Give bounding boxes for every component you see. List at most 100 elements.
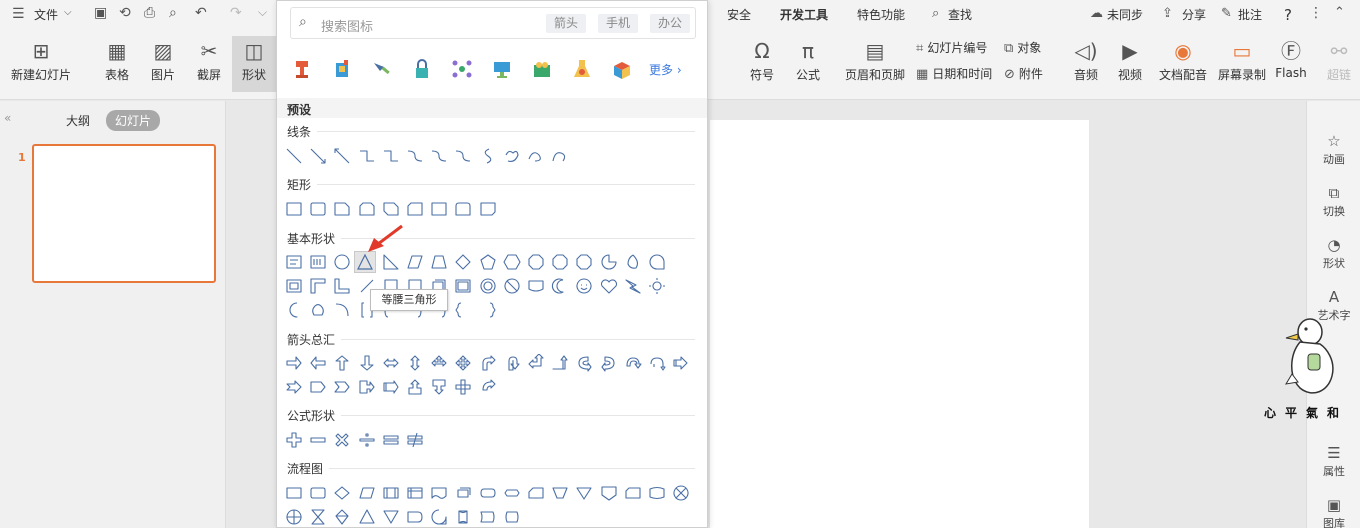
line-shape-7[interactable] <box>430 147 448 165</box>
arrow-shape-2[interactable] <box>309 354 327 372</box>
rect-shape-3[interactable] <box>333 200 351 218</box>
basic-shape-10[interactable] <box>503 253 521 271</box>
arrow-shape-1[interactable] <box>285 354 303 372</box>
basic-shape-7[interactable] <box>430 253 448 271</box>
tab-outline[interactable]: 大纲 <box>66 112 90 129</box>
new-slide-button[interactable]: ⊞ 新建幻灯片 <box>8 36 74 83</box>
basic-shape-13[interactable] <box>575 253 593 271</box>
undo-icon[interactable]: ↶ <box>195 5 207 21</box>
brace-shape-9[interactable] <box>479 301 497 319</box>
share-button[interactable]: 分享 <box>1182 6 1206 24</box>
tab-developer[interactable]: 开发工具 <box>780 6 828 24</box>
flow-shape-1[interactable] <box>285 484 303 502</box>
rect-shape-2[interactable] <box>309 200 327 218</box>
flow2-shape-8[interactable] <box>454 508 472 526</box>
rect-shape-7[interactable] <box>430 200 448 218</box>
file-menu[interactable]: 文件 <box>34 6 58 24</box>
hyperlink-button[interactable]: ⚯ 超链 <box>1318 36 1360 83</box>
flow-shape-17[interactable] <box>672 484 690 502</box>
basic2-shape-10[interactable] <box>503 277 521 295</box>
arrow2-shape-1[interactable] <box>285 378 303 396</box>
eq-shape-4[interactable] <box>358 431 376 449</box>
line-shape-5[interactable] <box>382 147 400 165</box>
basic-shape-9[interactable] <box>479 253 497 271</box>
arrow-shape-16[interactable] <box>648 354 666 372</box>
pill-arrow[interactable]: 箭头 <box>546 14 587 33</box>
animation-button[interactable]: ☆ 动画 <box>1307 131 1360 167</box>
help-button[interactable]: ? <box>1284 6 1292 24</box>
basic2-shape-14[interactable] <box>600 277 618 295</box>
basic-shape-3[interactable] <box>333 253 351 271</box>
basic2-shape-3[interactable] <box>333 277 351 295</box>
arrow-shape-9[interactable] <box>479 354 497 372</box>
line-shape-2[interactable] <box>309 147 327 165</box>
line-shape-6[interactable] <box>406 147 424 165</box>
monitor-icon[interactable] <box>490 57 514 81</box>
doc-voice-button[interactable]: ◉ 文档配音 <box>1154 36 1212 83</box>
box-icon[interactable] <box>610 57 634 81</box>
basic2-shape-16[interactable] <box>648 277 666 295</box>
house-icon[interactable] <box>330 57 354 81</box>
arrow-shape-17[interactable] <box>672 354 690 372</box>
basic2-shape-15[interactable] <box>624 277 642 295</box>
flow-shape-10[interactable] <box>503 484 521 502</box>
flow2-shape-1[interactable] <box>285 508 303 526</box>
arrow2-shape-8[interactable] <box>454 378 472 396</box>
line-shape-3[interactable] <box>333 147 351 165</box>
chevron-down-icon[interactable]: ⌵ <box>64 7 72 18</box>
arrow-shape-14[interactable] <box>600 354 618 372</box>
cloud-icon[interactable]: ⟲ <box>119 5 131 21</box>
print-icon[interactable]: ⎙ <box>144 5 155 21</box>
basic2-shape-8[interactable] <box>454 277 472 295</box>
screen-record-button[interactable]: ▭ 屏幕录制 <box>1214 36 1270 83</box>
arrow-shape-6[interactable] <box>406 354 424 372</box>
audio-button[interactable]: ◁) 音频 <box>1064 36 1108 83</box>
eq-shape-6[interactable] <box>406 431 424 449</box>
table-button[interactable]: ▦ 表格 <box>92 36 142 83</box>
brace-shape-3[interactable] <box>333 301 351 319</box>
formula-button[interactable]: π 公式 <box>786 36 830 83</box>
flask-icon[interactable] <box>570 57 594 81</box>
arrow2-shape-3[interactable] <box>333 378 351 396</box>
save-icon[interactable]: ▣ <box>94 5 107 21</box>
arrow-shape-10[interactable] <box>503 354 521 372</box>
rect-shape-6[interactable] <box>406 200 424 218</box>
arrow-shape-3[interactable] <box>333 354 351 372</box>
flow-shape-16[interactable] <box>648 484 666 502</box>
more-icon[interactable]: ⋮ <box>1309 5 1323 21</box>
slide-thumbnail[interactable] <box>32 144 216 283</box>
rect-shape-4[interactable] <box>358 200 376 218</box>
basic2-shape-11[interactable] <box>527 277 545 295</box>
flow-shape-15[interactable] <box>624 484 642 502</box>
line-shape-10[interactable] <box>503 147 521 165</box>
screenshot-button[interactable]: ✂ 截屏 <box>186 36 232 83</box>
slide-number-button[interactable]: ⌗ 幻灯片编号 <box>916 38 987 58</box>
eq-shape-5[interactable] <box>382 431 400 449</box>
line-shape-4[interactable] <box>358 147 376 165</box>
arrow2-shape-9[interactable] <box>479 378 497 396</box>
flow-shape-8[interactable] <box>454 484 472 502</box>
tab-slides[interactable]: 幻灯片 <box>106 110 161 131</box>
basic2-shape-9[interactable] <box>479 277 497 295</box>
datetime-button[interactable]: ▦ 日期和时间 <box>916 64 992 84</box>
symbol-button[interactable]: Ω 符号 <box>740 36 784 83</box>
basic-shape-11[interactable] <box>527 253 545 271</box>
basic2-shape-1[interactable] <box>285 277 303 295</box>
flow-shape-12[interactable] <box>551 484 569 502</box>
preview-icon[interactable]: ⌕ <box>169 5 177 21</box>
tab-security[interactable]: 安全 <box>727 6 751 24</box>
arrow-shape-13[interactable] <box>575 354 593 372</box>
arrow-shape-7[interactable] <box>430 354 448 372</box>
flow-shape-11[interactable] <box>527 484 545 502</box>
flow2-shape-4[interactable] <box>358 508 376 526</box>
arrow2-shape-4[interactable] <box>358 378 376 396</box>
basic2-shape-13[interactable] <box>575 277 593 295</box>
redo-icon[interactable]: ↷ <box>230 5 242 21</box>
shape-button[interactable]: ◫ 形状 <box>232 36 276 92</box>
arrow-shape-12[interactable] <box>551 354 569 372</box>
arrow-shape-8[interactable] <box>454 354 472 372</box>
comment-button[interactable]: 批注 <box>1238 6 1262 24</box>
customize-icon[interactable]: ⌵ <box>258 5 267 20</box>
sync-status[interactable]: 未同步 <box>1107 6 1143 24</box>
people-icon[interactable] <box>530 57 554 81</box>
